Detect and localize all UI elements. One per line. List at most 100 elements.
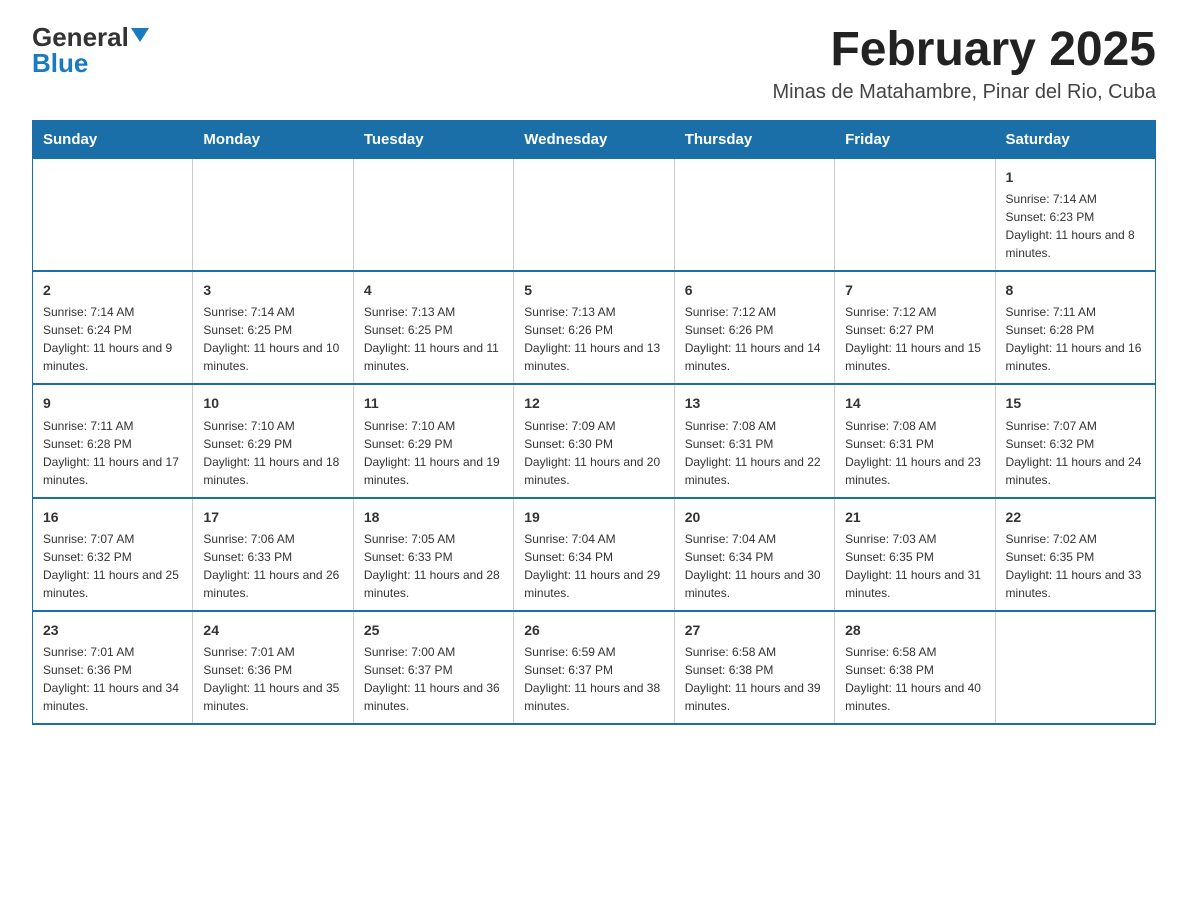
calendar-day-cell [514,158,674,271]
day-info: Sunrise: 7:10 AMSunset: 6:29 PMDaylight:… [203,417,342,489]
day-number: 14 [845,393,984,413]
weekday-header-row: SundayMondayTuesdayWednesdayThursdayFrid… [33,120,1156,158]
calendar-table: SundayMondayTuesdayWednesdayThursdayFrid… [32,120,1156,725]
logo-general: General [32,24,129,50]
day-info: Sunrise: 7:06 AMSunset: 6:33 PMDaylight:… [203,530,342,602]
day-number: 11 [364,393,503,413]
day-info: Sunrise: 7:12 AMSunset: 6:27 PMDaylight:… [845,303,984,375]
logo-blue: Blue [32,50,88,76]
calendar-day-cell [193,158,353,271]
day-info: Sunrise: 7:08 AMSunset: 6:31 PMDaylight:… [845,417,984,489]
day-info: Sunrise: 7:07 AMSunset: 6:32 PMDaylight:… [1006,417,1145,489]
calendar-day-cell: 14 Sunrise: 7:08 AMSunset: 6:31 PMDayligh… [835,384,995,497]
calendar-day-cell [353,158,513,271]
calendar-week-row: 16Sunrise: 7:07 AMSunset: 6:32 PMDayligh… [33,498,1156,611]
calendar-day-cell: 10Sunrise: 7:10 AMSunset: 6:29 PMDayligh… [193,384,353,497]
day-number: 20 [685,507,824,527]
day-number: 27 [685,620,824,640]
day-info: Sunrise: 7:04 AMSunset: 6:34 PMDaylight:… [685,530,824,602]
day-info: Sunrise: 6:58 AMSunset: 6:38 PMDaylight:… [685,643,824,715]
weekday-header-sunday: Sunday [33,120,193,158]
day-info: Sunrise: 7:09 AMSunset: 6:30 PMDaylight:… [524,417,663,489]
day-info: Sunrise: 7:08 AMSunset: 6:31 PMDaylight:… [685,417,824,489]
calendar-day-cell: 5 Sunrise: 7:13 AMSunset: 6:26 PMDaylight… [514,271,674,384]
calendar-day-cell: 4 Sunrise: 7:13 AMSunset: 6:25 PMDaylight… [353,271,513,384]
calendar-day-cell: 3 Sunrise: 7:14 AMSunset: 6:25 PMDaylight… [193,271,353,384]
calendar-day-cell [674,158,834,271]
calendar-day-cell [835,158,995,271]
day-number: 12 [524,393,663,413]
calendar-week-row: 23Sunrise: 7:01 AMSunset: 6:36 PMDayligh… [33,611,1156,724]
weekday-header-tuesday: Tuesday [353,120,513,158]
calendar-day-cell: 27 Sunrise: 6:58 AMSunset: 6:38 PMDayligh… [674,611,834,724]
day-info: Sunrise: 7:14 AMSunset: 6:24 PMDaylight:… [43,303,182,375]
calendar-day-cell: 9 Sunrise: 7:11 AMSunset: 6:28 PMDaylight… [33,384,193,497]
day-info: Sunrise: 7:13 AMSunset: 6:25 PMDaylight:… [364,303,503,375]
day-info: Sunrise: 7:03 AMSunset: 6:35 PMDaylight:… [845,530,984,602]
calendar-day-cell: 8 Sunrise: 7:11 AMSunset: 6:28 PMDaylight… [995,271,1155,384]
day-info: Sunrise: 6:58 AMSunset: 6:38 PMDaylight:… [845,643,984,715]
calendar-day-cell: 22Sunrise: 7:02 AMSunset: 6:35 PMDayligh… [995,498,1155,611]
day-info: Sunrise: 7:05 AMSunset: 6:33 PMDaylight:… [364,530,503,602]
calendar-week-row: 2 Sunrise: 7:14 AMSunset: 6:24 PMDaylight… [33,271,1156,384]
day-number: 5 [524,280,663,300]
day-info: Sunrise: 7:13 AMSunset: 6:26 PMDaylight:… [524,303,663,375]
calendar-subtitle: Minas de Matahambre, Pinar del Rio, Cuba [772,81,1156,104]
weekday-header-friday: Friday [835,120,995,158]
calendar-day-cell: 6 Sunrise: 7:12 AMSunset: 6:26 PMDaylight… [674,271,834,384]
logo: General Blue [32,24,149,76]
calendar-day-cell: 18Sunrise: 7:05 AMSunset: 6:33 PMDayligh… [353,498,513,611]
day-number: 6 [685,280,824,300]
calendar-day-cell: 15 Sunrise: 7:07 AMSunset: 6:32 PMDayligh… [995,384,1155,497]
day-info: Sunrise: 7:12 AMSunset: 6:26 PMDaylight:… [685,303,824,375]
day-number: 28 [845,620,984,640]
calendar-week-row: 9 Sunrise: 7:11 AMSunset: 6:28 PMDaylight… [33,384,1156,497]
day-info: Sunrise: 7:11 AMSunset: 6:28 PMDaylight:… [1006,303,1145,375]
calendar-day-cell [995,611,1155,724]
day-info: Sunrise: 6:59 AMSunset: 6:37 PMDaylight:… [524,643,663,715]
weekday-header-wednesday: Wednesday [514,120,674,158]
day-number: 2 [43,280,182,300]
day-number: 22 [1006,507,1145,527]
calendar-day-cell: 2 Sunrise: 7:14 AMSunset: 6:24 PMDaylight… [33,271,193,384]
calendar-day-cell: 19 Sunrise: 7:04 AMSunset: 6:34 PMDayligh… [514,498,674,611]
day-info: Sunrise: 7:14 AMSunset: 6:25 PMDaylight:… [203,303,342,375]
logo-triangle-icon [131,28,149,42]
day-number: 26 [524,620,663,640]
calendar-day-cell: 20 Sunrise: 7:04 AMSunset: 6:34 PMDayligh… [674,498,834,611]
weekday-header-thursday: Thursday [674,120,834,158]
page-header: General Blue February 2025 Minas de Mata… [32,24,1156,104]
calendar-body: 1 Sunrise: 7:14 AMSunset: 6:23 PMDaylight… [33,158,1156,724]
calendar-day-cell: 26 Sunrise: 6:59 AMSunset: 6:37 PMDayligh… [514,611,674,724]
day-number: 7 [845,280,984,300]
calendar-week-row: 1 Sunrise: 7:14 AMSunset: 6:23 PMDaylight… [33,158,1156,271]
weekday-header-monday: Monday [193,120,353,158]
calendar-day-cell: 1 Sunrise: 7:14 AMSunset: 6:23 PMDaylight… [995,158,1155,271]
calendar-day-cell: 24Sunrise: 7:01 AMSunset: 6:36 PMDayligh… [193,611,353,724]
day-number: 13 [685,393,824,413]
day-number: 4 [364,280,503,300]
day-number: 19 [524,507,663,527]
calendar-day-cell: 13 Sunrise: 7:08 AMSunset: 6:31 PMDayligh… [674,384,834,497]
title-block: February 2025 Minas de Matahambre, Pinar… [772,24,1156,104]
calendar-day-cell: 7 Sunrise: 7:12 AMSunset: 6:27 PMDaylight… [835,271,995,384]
day-info: Sunrise: 7:14 AMSunset: 6:23 PMDaylight:… [1006,190,1145,262]
day-number: 9 [43,393,182,413]
day-info: Sunrise: 7:07 AMSunset: 6:32 PMDaylight:… [43,530,182,602]
calendar-day-cell: 23Sunrise: 7:01 AMSunset: 6:36 PMDayligh… [33,611,193,724]
day-number: 1 [1006,167,1145,187]
day-number: 21 [845,507,984,527]
calendar-header: SundayMondayTuesdayWednesdayThursdayFrid… [33,120,1156,158]
day-number: 8 [1006,280,1145,300]
calendar-day-cell: 21 Sunrise: 7:03 AMSunset: 6:35 PMDayligh… [835,498,995,611]
day-info: Sunrise: 7:11 AMSunset: 6:28 PMDaylight:… [43,417,182,489]
calendar-day-cell: 17 Sunrise: 7:06 AMSunset: 6:33 PMDayligh… [193,498,353,611]
day-info: Sunrise: 7:00 AMSunset: 6:37 PMDaylight:… [364,643,503,715]
calendar-day-cell: 11Sunrise: 7:10 AMSunset: 6:29 PMDayligh… [353,384,513,497]
day-info: Sunrise: 7:04 AMSunset: 6:34 PMDaylight:… [524,530,663,602]
day-number: 24 [203,620,342,640]
day-number: 15 [1006,393,1145,413]
day-number: 3 [203,280,342,300]
calendar-title: February 2025 [772,24,1156,77]
day-number: 17 [203,507,342,527]
